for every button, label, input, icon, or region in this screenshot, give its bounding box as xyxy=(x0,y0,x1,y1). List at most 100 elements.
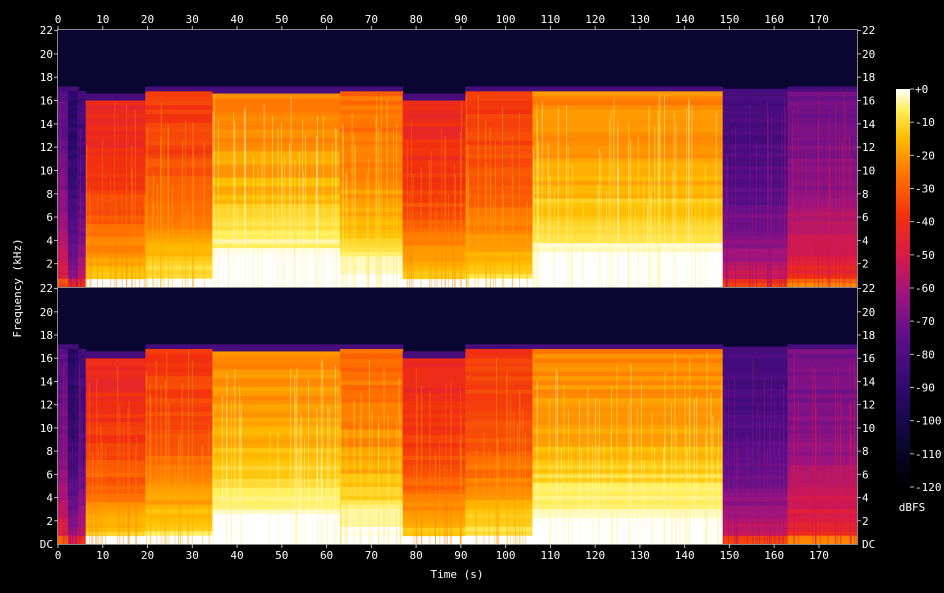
spectrogram-cell xyxy=(722,239,789,245)
spectrogram-cell xyxy=(85,282,146,288)
spectrogram-cell xyxy=(212,146,341,152)
spectrogram-transient xyxy=(566,105,568,287)
spectrogram-transient xyxy=(663,448,665,544)
spectrogram-cell xyxy=(722,522,789,528)
spectrogram-transient xyxy=(541,100,543,287)
spectrogram-cell xyxy=(722,513,789,519)
spectrogram-transient xyxy=(179,432,181,544)
spectrogram-transient xyxy=(379,185,380,287)
spectrogram-cell xyxy=(402,253,466,258)
spectrogram-transient xyxy=(430,150,432,287)
spectrogram-transient xyxy=(728,379,729,544)
spectrogram-transient xyxy=(143,195,145,287)
spectrogram-cell xyxy=(212,265,341,271)
x-tick-label: 30 xyxy=(186,549,199,562)
spectrogram-transient xyxy=(163,128,165,287)
spectrogram-cell xyxy=(67,428,79,434)
spectrogram-transient xyxy=(854,361,856,544)
spectrogram-cell xyxy=(67,344,79,349)
spectrogram-cell xyxy=(85,459,146,465)
spectrogram-cell xyxy=(402,223,466,229)
spectrogram-cell xyxy=(532,131,724,137)
y-tick-label: 8 xyxy=(862,445,869,458)
spectrogram-cell xyxy=(722,174,789,179)
spectrogram-cell xyxy=(402,493,466,499)
spectrogram-cell xyxy=(722,169,789,175)
spectrogram-transient xyxy=(182,139,183,287)
spectrogram-transient xyxy=(848,136,850,287)
spectrogram-cell xyxy=(212,141,341,147)
spectrogram-cell xyxy=(532,238,724,244)
spectrogram-cell xyxy=(85,265,146,271)
spectrogram-cell xyxy=(532,388,724,394)
spectrogram-transient xyxy=(304,437,305,544)
spectrogram-cell xyxy=(78,162,87,168)
spectrogram-transient xyxy=(699,202,701,287)
spectrogram-cell xyxy=(145,202,214,208)
spectrogram-segment xyxy=(532,344,724,545)
spectrogram-cell xyxy=(402,227,466,233)
spectrogram-transient xyxy=(298,151,300,287)
spectrogram-cell xyxy=(465,202,534,208)
spectrogram-transient xyxy=(100,426,102,544)
spectrogram-cell xyxy=(722,221,789,227)
spectrogram-cell xyxy=(145,362,214,368)
spectrogram-transient xyxy=(345,172,347,287)
spectrogram-transient xyxy=(571,164,573,287)
spectrogram-cell xyxy=(58,220,69,226)
spectrogram-cell xyxy=(532,211,724,217)
spectrogram-cell xyxy=(787,521,858,527)
spectrogram-cell xyxy=(402,351,466,359)
spectrogram-cell xyxy=(402,244,466,250)
spectrogram-cell xyxy=(532,402,724,408)
spectrogram-cell xyxy=(532,344,724,349)
spectrogram-cell xyxy=(722,505,789,510)
spectrogram-cell xyxy=(532,442,724,448)
spectrogram-cell xyxy=(722,247,789,253)
spectrogram-transient xyxy=(86,144,88,287)
spectrogram-segment xyxy=(722,346,789,545)
spectrogram-transient xyxy=(322,361,324,544)
spectrogram-transient xyxy=(455,174,457,287)
spectrogram-cell xyxy=(212,216,341,222)
spectrogram-cell xyxy=(787,357,858,363)
y-tick-label: 12 xyxy=(862,399,875,412)
y-tick-label: 2 xyxy=(46,515,53,528)
spectrogram-cell xyxy=(402,168,466,174)
spectrogram-transient xyxy=(71,441,73,544)
spectrogram-cell xyxy=(787,415,858,421)
spectrogram-segment xyxy=(340,344,404,545)
colorbar-tick-label: -90 xyxy=(915,382,935,395)
spectrogram-transient xyxy=(560,447,562,544)
spectrogram-cell xyxy=(532,406,724,412)
spectrogram-cell xyxy=(58,184,69,190)
spectrogram-cell xyxy=(85,185,146,191)
spectrogram-transient xyxy=(628,463,630,544)
spectrogram-cell xyxy=(722,496,789,502)
spectrogram-cell xyxy=(787,473,858,479)
spectrogram-chart: 2 24 46 68 810 1012 1214 1416 1618 1820 2022 222 24 4… xyxy=(11,13,942,581)
y-tick-label: 14 xyxy=(862,118,876,131)
spectrogram-cell xyxy=(722,431,789,437)
spectrogram-transient xyxy=(664,94,665,287)
spectrogram-transient xyxy=(465,182,467,287)
x-tick-label: 110 xyxy=(540,549,560,562)
spectrogram-cell xyxy=(212,155,341,161)
spectrogram-transient xyxy=(145,193,147,287)
spectrogram-transient xyxy=(815,408,817,544)
spectrogram-cell xyxy=(722,470,789,476)
spectrogram-cell xyxy=(465,117,534,123)
spectrogram-cell xyxy=(85,510,146,516)
spectrogram-transient xyxy=(477,94,479,287)
spectrogram-cell xyxy=(85,214,146,220)
spectrogram-transient xyxy=(171,186,173,287)
spectrogram-transient xyxy=(168,401,170,544)
spectrogram-cell xyxy=(145,100,214,106)
spectrogram-cell xyxy=(85,370,146,376)
spectrogram-cell xyxy=(722,95,789,101)
spectrogram-cell xyxy=(85,497,146,503)
spectrogram-cell xyxy=(145,149,214,155)
spectrogram-cell xyxy=(402,425,466,431)
spectrogram-segment xyxy=(85,351,146,545)
spectrogram-transient xyxy=(671,428,673,544)
